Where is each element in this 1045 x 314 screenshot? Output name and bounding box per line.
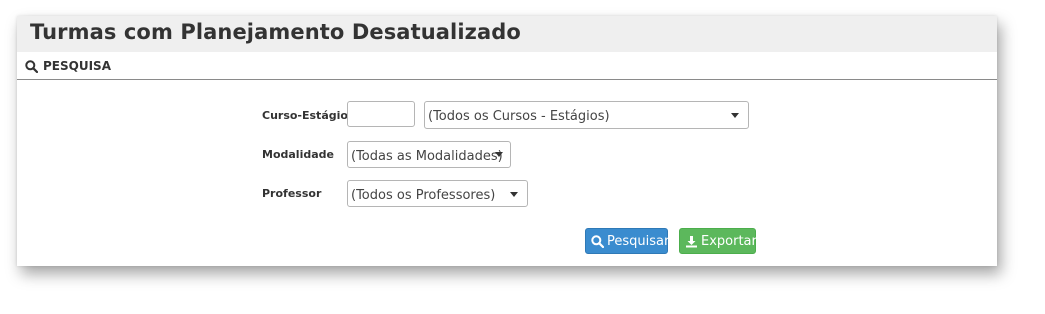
chevron-down-icon (731, 113, 739, 118)
report-panel: Turmas com Planejamento Desatualizado PE… (17, 16, 997, 266)
modalidade-select[interactable]: (Todas as Modalidades) (347, 141, 511, 168)
search-button-label: Pesquisar (607, 233, 670, 249)
search-button[interactable]: Pesquisar (585, 228, 670, 254)
download-icon (686, 235, 697, 247)
chevron-down-icon (510, 192, 518, 197)
curso-label: Curso-Estágio (262, 109, 348, 122)
modalidade-label: Modalidade (262, 148, 334, 161)
title-bar: Turmas com Planejamento Desatualizado (17, 16, 997, 52)
professor-label: Professor (262, 187, 322, 200)
curso-select[interactable]: (Todos os Cursos - Estágios) (424, 101, 749, 129)
professor-select-value: (Todos os Professores) (351, 188, 496, 203)
search-section-header: PESQUISA (17, 54, 997, 80)
export-button[interactable]: Exportar (679, 228, 757, 254)
export-button-label: Exportar (701, 233, 757, 249)
curso-code-input[interactable] (347, 101, 415, 127)
professor-select[interactable]: (Todos os Professores) (347, 180, 528, 207)
modalidade-select-value: (Todas as Modalidades) (351, 149, 503, 164)
search-icon (25, 60, 38, 73)
curso-select-value: (Todos os Cursos - Estágios) (428, 109, 610, 124)
chevron-down-icon (495, 152, 503, 157)
section-label: PESQUISA (43, 59, 111, 73)
search-icon (591, 234, 604, 248)
page-title: Turmas com Planejamento Desatualizado (30, 20, 521, 44)
